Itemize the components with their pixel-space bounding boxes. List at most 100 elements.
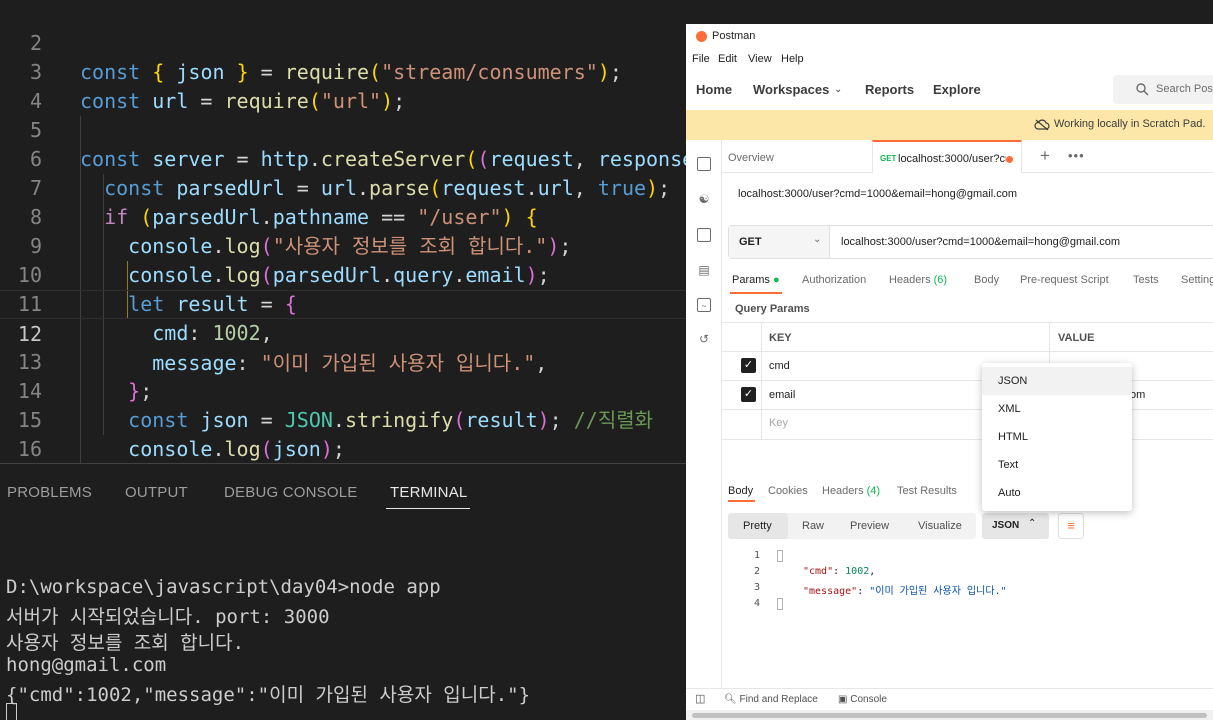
more-options-icon[interactable]: ••• (1068, 148, 1085, 163)
code-line: 5 const server = http.createServer((requ… (0, 87, 686, 171)
divider (761, 322, 762, 439)
tab-headers[interactable]: Headers (6) (889, 274, 947, 286)
menu-view[interactable]: View (748, 53, 772, 65)
code-line: 10 let result = { (0, 232, 686, 316)
tab-request[interactable]: GET localhost:3000/user?cmd (872, 140, 1022, 173)
line-number: 1 (753, 550, 760, 561)
code-line: 3 const url = require("url"); (0, 29, 686, 113)
tab-params[interactable]: Params ● (732, 274, 780, 286)
menu-edit[interactable]: Edit (718, 53, 737, 65)
json-value: "이미 가입된 사용자 입니다." (869, 586, 1007, 597)
format-select[interactable]: JSON ⌃ (982, 513, 1049, 539)
option-label: Text (998, 459, 1019, 471)
toggle-sidebar-icon[interactable]: ◫ (695, 692, 705, 705)
param-key[interactable]: cmd (769, 360, 790, 372)
divider (722, 322, 1213, 323)
nav-explore[interactable]: Explore (933, 82, 981, 97)
code-line: 6 const parsedUrl = url.parse(request.ur… (0, 116, 686, 200)
url-input[interactable]: localhost:3000/user?cmd=1000&email=hong@… (841, 236, 1120, 248)
divider (722, 439, 1213, 440)
nav-workspaces[interactable]: Workspaces (753, 82, 829, 97)
request-name: localhost:3000/user?cmd=1000&email=hong@… (738, 188, 1017, 200)
code-line: 7 if (parsedUrl.pathname == "/user") { (0, 145, 686, 229)
active-tab-indicator (386, 508, 470, 509)
param-key[interactable]: email (769, 389, 795, 401)
bottom-panel: PROBLEMS OUTPUT DEBUG CONSOLE TERMINAL D… (0, 463, 686, 720)
code-line-current: 12 message: "이미 가입된 사용자 입니다.", (0, 290, 686, 375)
chevron-down-icon[interactable]: ⌄ (834, 84, 842, 95)
divider (722, 380, 1213, 381)
column-header-key: KEY (769, 332, 792, 344)
tab-output[interactable]: OUTPUT (125, 484, 188, 501)
tab-debug-console[interactable]: DEBUG CONSOLE (224, 484, 357, 501)
param-value[interactable]: om (1130, 389, 1145, 401)
url-bar: GET ⌄ localhost:3000/user?cmd=1000&email… (728, 225, 1213, 259)
cloud-off-icon (1034, 119, 1050, 131)
format-option-text[interactable]: Text (982, 451, 1132, 479)
scrollbar-thumb[interactable] (692, 713, 1207, 718)
mock-servers-icon[interactable]: ▤ (697, 263, 711, 277)
environments-icon[interactable] (697, 228, 711, 242)
menu-help[interactable]: Help (781, 53, 804, 65)
monitors-icon[interactable]: ~ (697, 298, 711, 312)
view-visualize-button[interactable]: Visualize (918, 520, 962, 532)
nav-reports[interactable]: Reports (865, 82, 914, 97)
tab-authorization[interactable]: Authorization (802, 274, 866, 286)
column-header-value: VALUE (1058, 332, 1095, 344)
format-option-auto[interactable]: Auto (982, 479, 1132, 507)
method-label: GET (739, 236, 762, 248)
method-select[interactable]: GET ⌄ (729, 226, 830, 258)
tab-headers-label: Headers (889, 274, 931, 286)
code-line: 13 }; (0, 319, 686, 403)
find-replace-button[interactable]: 🔍︎ Find and Replace (724, 694, 818, 705)
tab-prerequest-script[interactable]: Pre-request Script (1020, 274, 1109, 286)
headers-count: (6) (933, 274, 948, 286)
nav-home[interactable]: Home (696, 82, 732, 97)
tab-response-body[interactable]: Body (728, 485, 753, 497)
tab-params-label: Params (732, 274, 770, 286)
view-pretty-button[interactable]: Pretty (743, 520, 772, 532)
request-tabs: Overview GET localhost:3000/user?cmd + •… (722, 140, 1213, 173)
menu-file[interactable]: File (692, 53, 710, 65)
chevron-down-icon: ⌄ (813, 234, 822, 245)
tab-terminal[interactable]: TERMINAL (390, 484, 467, 501)
tab-overview[interactable]: Overview (728, 152, 774, 164)
checkbox-checked-icon[interactable]: ✓ (741, 387, 756, 402)
tab-problems[interactable]: PROBLEMS (7, 484, 92, 501)
format-option-xml[interactable]: XML (982, 395, 1132, 423)
view-preview-button[interactable]: Preview (850, 520, 889, 532)
status-bar: ◫ 🔍︎ Find and Replace ▣ Console (686, 688, 1213, 710)
checkbox-checked-icon[interactable]: ✓ (741, 358, 756, 373)
new-key-input[interactable]: Key (769, 417, 788, 429)
apis-icon[interactable]: ☯ (697, 192, 711, 206)
collections-icon[interactable] (697, 157, 711, 171)
search-input[interactable]: Search Pos (1113, 75, 1213, 104)
json-key: "message" (803, 586, 858, 597)
postman-window: Postman File Edit View Help Home Workspa… (686, 24, 1213, 720)
window-title: Postman (712, 30, 756, 42)
tab-body[interactable]: Body (974, 274, 999, 286)
format-option-html[interactable]: HTML (982, 423, 1132, 451)
view-raw-button[interactable]: Raw (802, 520, 824, 532)
tab-cookies[interactable]: Cookies (768, 485, 808, 497)
search-icon (1136, 83, 1149, 96)
tab-tests[interactable]: Tests (1133, 274, 1159, 286)
query-params-table: KEY VALUE ✓ cmd ✓ email om Key (722, 322, 1213, 440)
console-button[interactable]: ▣ Console (838, 694, 887, 705)
divider (722, 409, 1213, 410)
history-icon[interactable]: ↺ (697, 332, 711, 346)
tab-response-headers[interactable]: Headers (4) (822, 485, 880, 497)
wrap-lines-icon[interactable]: ≡ (1058, 513, 1084, 539)
format-option-json[interactable]: JSON (982, 367, 1132, 395)
tab-test-results[interactable]: Test Results (897, 485, 957, 497)
tab-settings[interactable]: Setting (1181, 274, 1213, 286)
option-label: Auto (998, 487, 1021, 499)
horizontal-scrollbar[interactable] (686, 710, 1213, 720)
new-tab-plus-icon[interactable]: + (1040, 146, 1050, 166)
line-number: 3 (753, 582, 760, 593)
option-label: HTML (998, 431, 1028, 443)
tab-response-headers-label: Headers (822, 485, 864, 497)
code-editor[interactable]: 2 const { json } = require("stream/consu… (0, 0, 686, 463)
code-line: 8 console.log("사용자 정보를 조회 합니다."); (0, 174, 686, 258)
banner-text: Working locally in Scratch Pad. (1054, 118, 1206, 130)
